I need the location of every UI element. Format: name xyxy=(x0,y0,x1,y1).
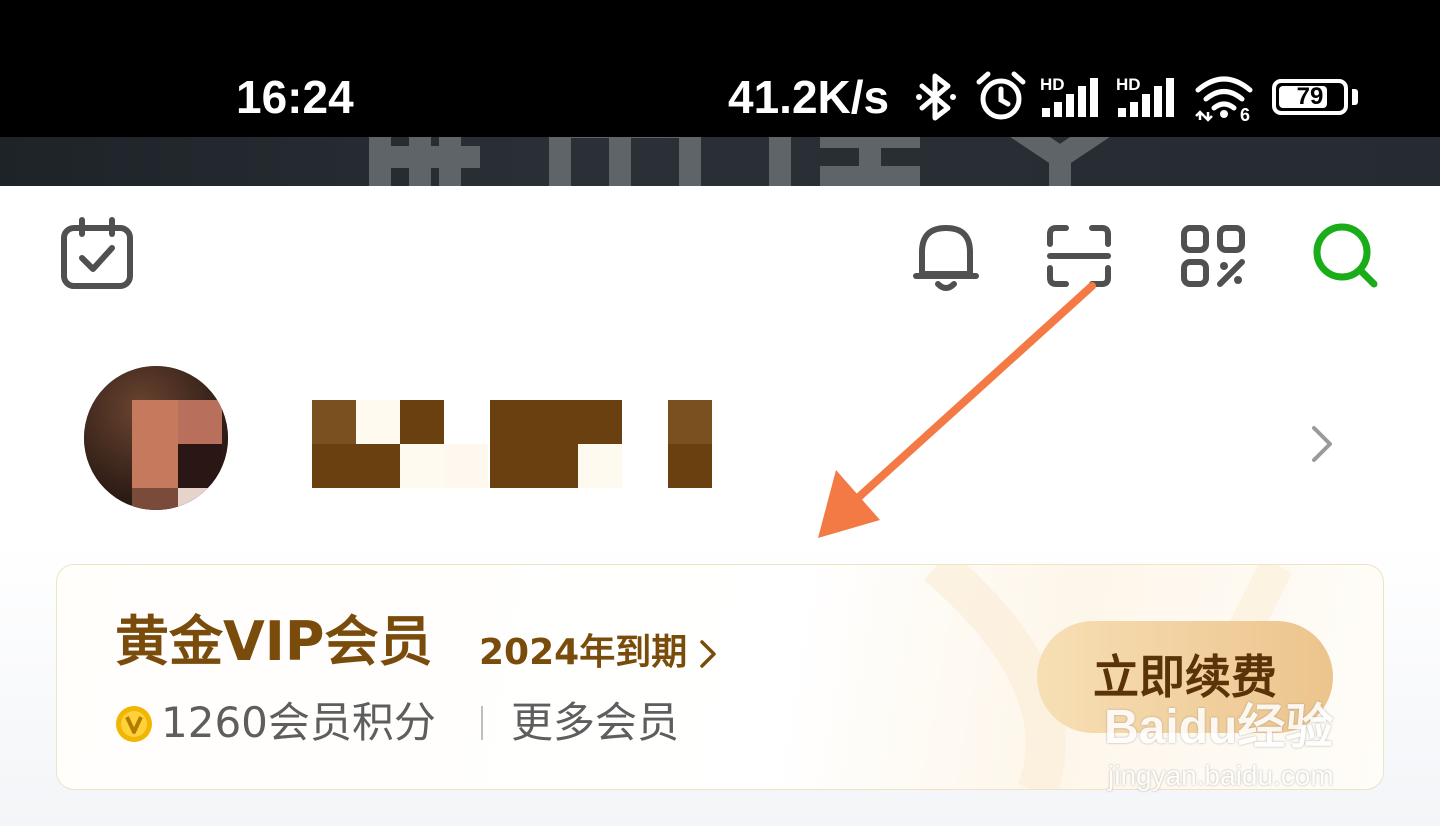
avatar-pixel-block xyxy=(178,488,228,510)
calendar-check-icon[interactable] xyxy=(60,216,134,290)
banner-graphic xyxy=(369,137,1110,186)
search-icon[interactable] xyxy=(1312,222,1380,290)
battery-level: 79 xyxy=(1296,83,1324,110)
chevron-right-icon[interactable] xyxy=(699,639,717,669)
vip-expire-link[interactable]: 2024年到期 xyxy=(479,631,687,675)
signal-hd-2-icon: HD xyxy=(1116,75,1174,117)
watermark-brand: Baidu经验 xyxy=(1104,701,1334,754)
avatar-pixel-block xyxy=(132,400,178,488)
bell-icon[interactable] xyxy=(912,220,980,292)
svg-text:HD: HD xyxy=(1116,75,1141,94)
more-members-link[interactable]: 更多会员 xyxy=(511,697,679,749)
header-banner-strip xyxy=(0,137,1440,186)
member-points[interactable]: 1260会员积分 xyxy=(161,697,436,749)
divider xyxy=(481,706,483,740)
svg-text:HD: HD xyxy=(1040,75,1065,94)
baidu-watermark: Baidu经验 jingyan.baidu.com xyxy=(1104,700,1364,796)
svg-text:6: 6 xyxy=(1240,105,1250,122)
vip-title: 黄金VIP会员 xyxy=(115,610,433,673)
battery-tip xyxy=(1352,89,1358,105)
wifi-6-icon: 6 xyxy=(1195,76,1253,122)
chevron-right-icon[interactable] xyxy=(1310,424,1334,464)
network-speed: 41.2K/s xyxy=(728,71,890,123)
coin-icon xyxy=(116,706,152,742)
avatar[interactable] xyxy=(84,366,228,510)
signal-hd-1-icon: HD xyxy=(1040,75,1098,117)
alarm-icon xyxy=(976,71,1026,120)
battery-icon: 79 xyxy=(1272,79,1348,115)
scan-icon[interactable] xyxy=(1046,224,1112,288)
avatar-pixel-block xyxy=(132,488,178,510)
avatar-pixel-block xyxy=(178,400,222,444)
username-redacted xyxy=(312,400,712,488)
bluetooth-icon xyxy=(916,73,956,121)
qr-code-icon[interactable] xyxy=(1180,224,1246,288)
status-time: 16:24 xyxy=(236,71,354,123)
avatar-pixel-block xyxy=(178,444,222,488)
status-bar: 16:24 41.2K/s HD HD 6 79 xyxy=(0,0,1440,137)
watermark-url: jingyan.baidu.com xyxy=(1108,760,1334,791)
